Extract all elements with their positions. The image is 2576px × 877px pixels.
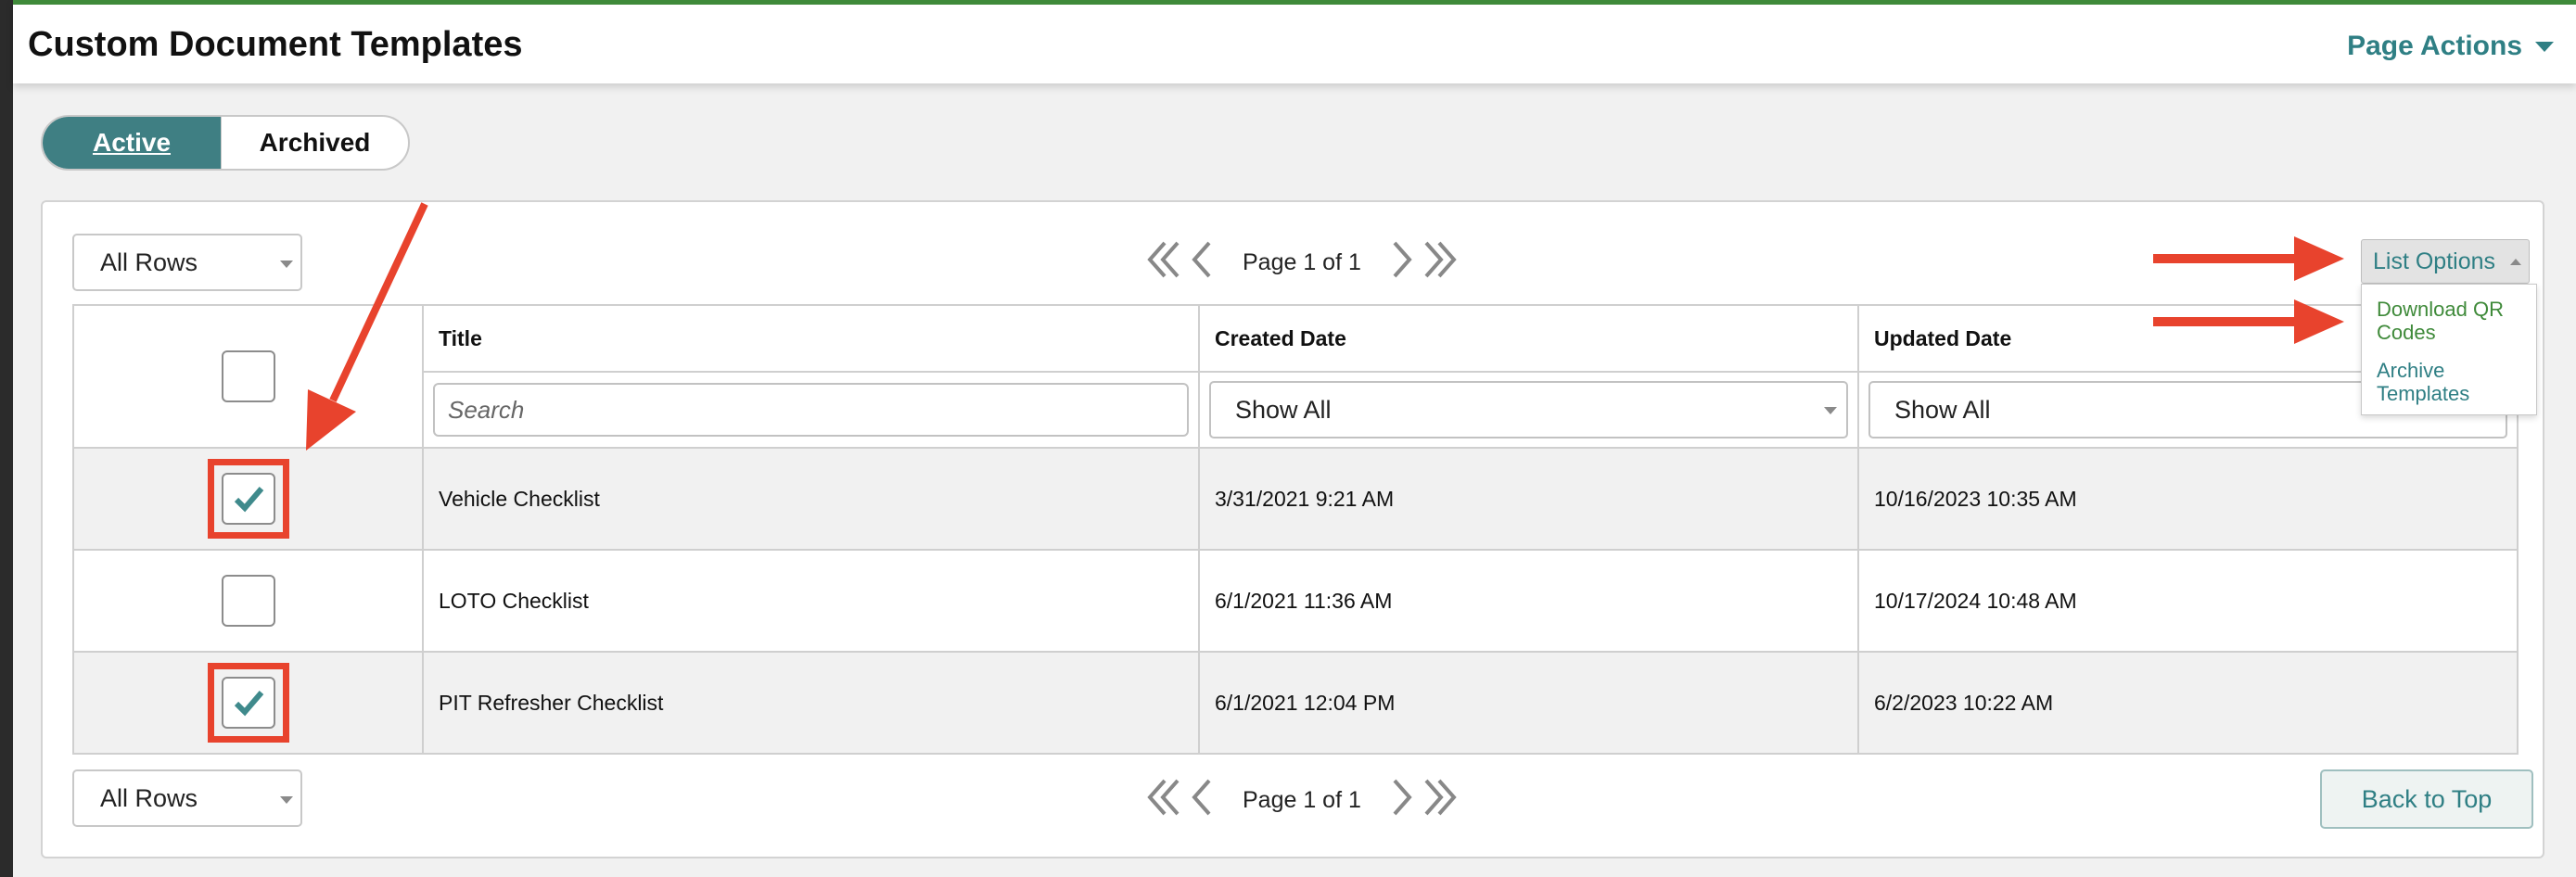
chevron-right-icon[interactable] [1389, 239, 1413, 286]
chevron-right-icon[interactable] [1389, 777, 1413, 824]
row-updated-date: 6/2/2023 10:22 AM [1857, 651, 2519, 755]
tab-active[interactable]: Active [43, 117, 221, 169]
chevron-double-right-icon[interactable] [1421, 239, 1458, 286]
menu-item-download-qr-codes[interactable]: Download QR Codes [2377, 298, 2525, 344]
rows-select-value: All Rows [100, 248, 198, 276]
back-to-top-button[interactable]: Back to Top [2320, 769, 2533, 829]
row-title[interactable]: LOTO Checklist [422, 549, 1200, 653]
chevron-double-left-icon[interactable] [1146, 777, 1183, 824]
pager-bottom: Page 1 of 1 [1146, 777, 1458, 824]
chevron-double-right-icon[interactable] [1421, 777, 1458, 824]
highlight-box [207, 663, 289, 743]
table-row: Vehicle Checklist 3/31/2021 9:21 AM 10/1… [72, 447, 2519, 551]
title-filter-cell [422, 371, 1200, 449]
row-select-cell [72, 447, 424, 551]
caret-down-icon [280, 261, 293, 268]
row-created-date: 3/31/2021 9:21 AM [1198, 447, 1859, 551]
row-created-date: 6/1/2021 11:36 AM [1198, 549, 1859, 653]
row-updated-date: 10/16/2023 10:35 AM [1857, 447, 2519, 551]
row-title[interactable]: Vehicle Checklist [422, 447, 1200, 551]
row-updated-date: 10/17/2024 10:48 AM [1857, 549, 2519, 653]
tab-archived[interactable]: Archived [221, 117, 408, 169]
page: Custom Document Templates Page Actions A… [13, 0, 2576, 877]
row-checkbox[interactable] [221, 473, 275, 525]
created-filter-value: Show All [1235, 395, 1332, 424]
caret-up-icon [2510, 259, 2521, 265]
list-options-button[interactable]: List Options [2361, 239, 2530, 284]
chevron-left-icon[interactable] [1191, 239, 1215, 286]
row-checkbox[interactable] [221, 677, 275, 729]
status-toggle: Active Archived [41, 115, 410, 171]
page-title: Custom Document Templates [28, 25, 523, 64]
select-all-checkbox[interactable] [221, 350, 275, 402]
row-select-cell [72, 651, 424, 755]
rows-select-top[interactable]: All Rows [72, 234, 302, 291]
row-title[interactable]: PIT Refresher Checklist [422, 651, 1200, 755]
row-select-cell [72, 549, 424, 653]
templates-panel: All Rows Page 1 of 1 List Options Downlo… [41, 200, 2544, 858]
page-actions-button[interactable]: Page Actions [2347, 31, 2554, 62]
page-actions-label: Page Actions [2347, 31, 2522, 61]
rows-select-bottom[interactable]: All Rows [72, 769, 302, 827]
page-indicator: Page 1 of 1 [1243, 787, 1361, 813]
chevron-left-icon[interactable] [1191, 777, 1215, 824]
table-row: LOTO Checklist 6/1/2021 11:36 AM 10/17/2… [72, 549, 2519, 653]
templates-table: Title Created Date Updated Date Show All… [72, 304, 2519, 755]
caret-down-icon [1824, 407, 1837, 414]
chevron-double-left-icon[interactable] [1146, 239, 1183, 286]
rows-select-value: All Rows [100, 783, 198, 812]
row-created-date: 6/1/2021 12:04 PM [1198, 651, 1859, 755]
created-filter-cell: Show All [1198, 371, 1859, 449]
pager-top: Page 1 of 1 [1146, 239, 1458, 286]
list-options-menu: Download QR Codes Archive Templates [2361, 284, 2537, 415]
top-bar: Custom Document Templates Page Actions [13, 0, 2576, 83]
column-header-created-date[interactable]: Created Date [1198, 304, 1859, 373]
caret-down-icon [2535, 41, 2554, 52]
menu-item-archive-templates[interactable]: Archive Templates [2377, 359, 2525, 405]
table-row: PIT Refresher Checklist 6/1/2021 12:04 P… [72, 651, 2519, 755]
row-checkbox[interactable] [221, 575, 275, 627]
caret-down-icon [280, 796, 293, 804]
updated-filter-value: Show All [1894, 395, 1991, 424]
created-date-filter[interactable]: Show All [1209, 381, 1848, 438]
title-search-input[interactable] [433, 383, 1189, 437]
list-options-label: List Options [2373, 248, 2496, 274]
page-indicator: Page 1 of 1 [1243, 249, 1361, 275]
highlight-box [207, 459, 289, 539]
select-all-cell [72, 304, 424, 449]
column-header-title[interactable]: Title [422, 304, 1200, 373]
